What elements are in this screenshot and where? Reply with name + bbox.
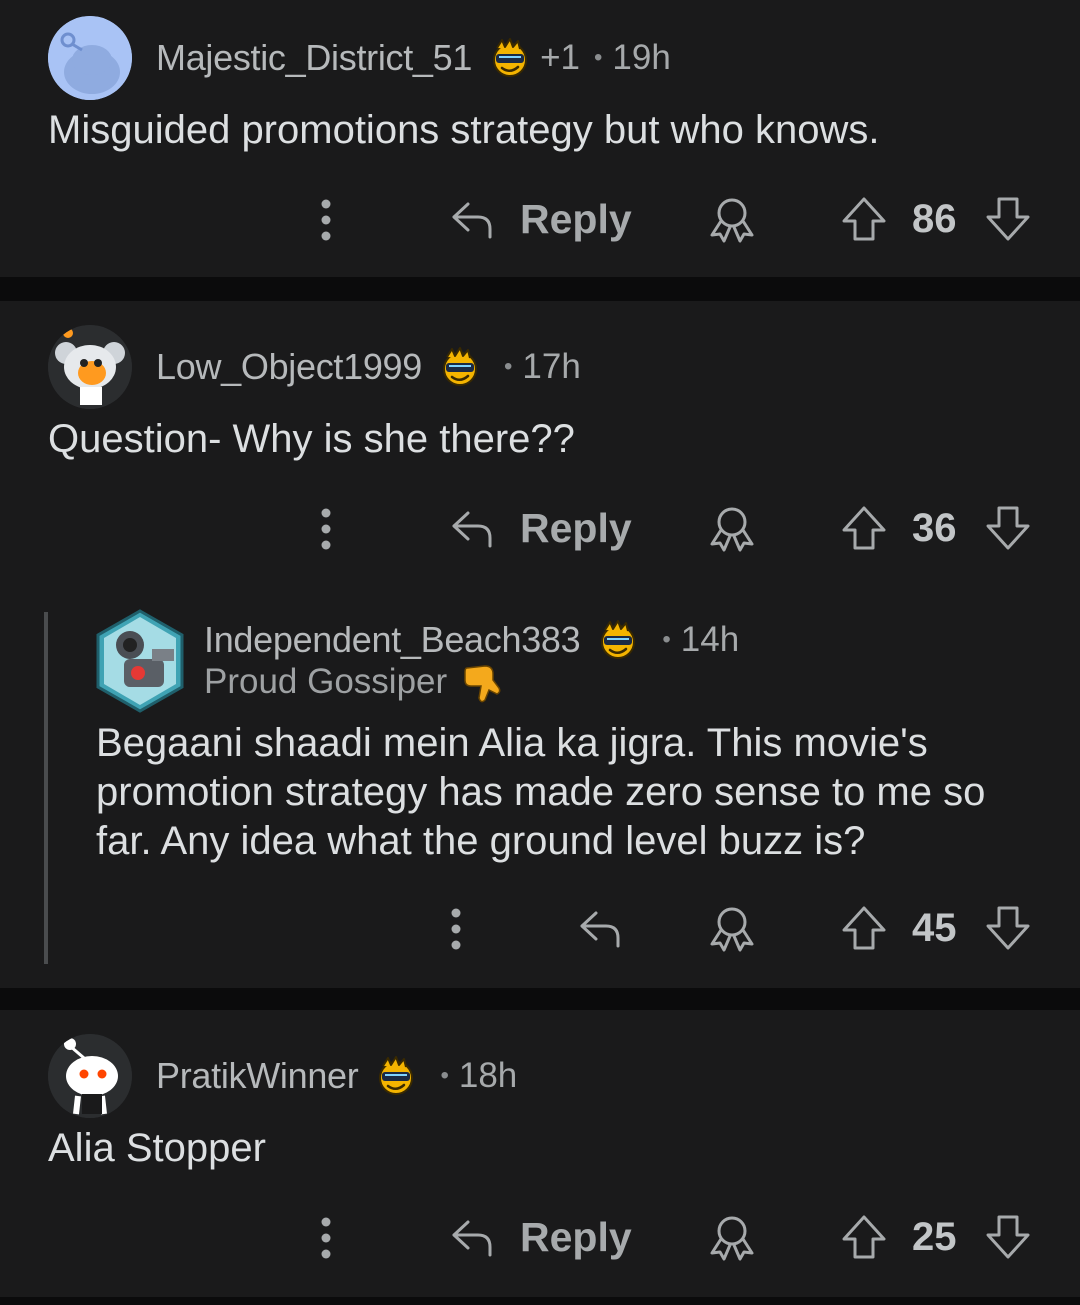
divider	[0, 277, 1080, 301]
score: 36	[912, 498, 957, 558]
score: 86	[912, 189, 957, 249]
timestamp: 14h	[680, 620, 740, 659]
reply-label: Reply	[520, 504, 632, 551]
score: 45	[912, 898, 957, 958]
avatar[interactable]	[48, 1034, 132, 1118]
upvote-button[interactable]	[840, 1207, 888, 1267]
thumbs-down-emoji-icon	[459, 660, 503, 704]
reply-button[interactable]: Reply	[448, 1207, 632, 1267]
downvote-icon	[984, 1213, 1032, 1261]
award-button[interactable]	[706, 498, 758, 558]
timestamp: 17h	[522, 347, 581, 386]
avatar[interactable]	[94, 609, 186, 713]
username[interactable]: Majestic_District_51	[156, 37, 472, 79]
comment-meta: PratikWinner • 18h	[156, 1054, 517, 1098]
more-icon	[316, 505, 336, 553]
reply-body-line: far. Any idea what the ground level buzz…	[96, 819, 866, 863]
upvote-button[interactable]	[840, 498, 888, 558]
divider	[0, 1297, 1080, 1305]
award-icon	[706, 193, 758, 245]
separator-dot: •	[504, 353, 513, 380]
award-icon	[706, 902, 758, 954]
sunglasses-emoji-icon	[438, 345, 482, 389]
user-flair: Proud Gossiper	[204, 660, 503, 704]
comment-card: Low_Object1999 • 17h Question- Why is sh…	[0, 301, 1080, 988]
comment-card: PratikWinner • 18h Alia Stopper Reply 25	[0, 1010, 1080, 1297]
more-icon	[316, 1214, 336, 1262]
downvote-button[interactable]	[984, 1207, 1032, 1267]
sunglasses-emoji-icon	[488, 36, 532, 80]
extra-badge: +1	[540, 38, 581, 77]
downvote-icon	[984, 504, 1032, 552]
downvote-button[interactable]	[984, 498, 1032, 558]
reply-body: Begaani shaadi mein Alia ka jigra. This …	[96, 719, 985, 866]
comment-body: Alia Stopper	[48, 1126, 266, 1170]
upvote-button[interactable]	[840, 898, 888, 958]
downvote-icon	[984, 195, 1032, 243]
comment-body: Misguided promotions strategy but who kn…	[48, 108, 880, 152]
user-flair-text: Proud Gossiper	[204, 662, 448, 701]
upvote-icon	[840, 1213, 888, 1261]
award-icon	[706, 502, 758, 554]
more-options-button[interactable]	[446, 899, 466, 959]
reply-body-line: Begaani shaadi mein Alia ka jigra. This …	[96, 721, 928, 765]
sunglasses-emoji-icon	[374, 1054, 418, 1098]
username[interactable]: Low_Object1999	[156, 346, 422, 388]
downvote-button[interactable]	[984, 189, 1032, 249]
more-options-button[interactable]	[316, 190, 336, 250]
timestamp: 18h	[458, 1056, 518, 1095]
avatar[interactable]	[48, 16, 132, 100]
score-value: 25	[912, 1214, 957, 1259]
score-value: 36	[912, 505, 957, 550]
timestamp: 19h	[612, 38, 671, 77]
reply-icon	[448, 1213, 496, 1261]
score-value: 45	[912, 905, 957, 950]
divider	[0, 988, 1080, 1010]
downvote-button[interactable]	[984, 898, 1032, 958]
thread-line[interactable]	[44, 612, 48, 964]
comment-meta: Majestic_District_51 +1 • 19h	[156, 36, 671, 80]
separator-dot: •	[662, 626, 671, 653]
award-button[interactable]	[706, 898, 758, 958]
reply-button[interactable]	[576, 898, 624, 958]
upvote-button[interactable]	[840, 189, 888, 249]
comments-page: Majestic_District_51 +1 • 19h Misguided …	[0, 0, 1080, 1305]
comment-card: Majestic_District_51 +1 • 19h Misguided …	[0, 0, 1080, 277]
more-icon	[316, 196, 336, 244]
upvote-icon	[840, 504, 888, 552]
reply-body-line: promotion strategy has made zero sense t…	[96, 770, 986, 814]
separator-dot: •	[440, 1062, 449, 1089]
username[interactable]: Independent_Beach383	[204, 619, 581, 661]
score: 25	[912, 1207, 957, 1267]
more-icon	[446, 905, 466, 953]
reply-label: Reply	[520, 195, 632, 242]
more-options-button[interactable]	[316, 1208, 336, 1268]
avatar[interactable]	[48, 325, 132, 409]
reply-icon	[448, 195, 496, 243]
reply-button[interactable]: Reply	[448, 189, 632, 249]
comment-meta: Low_Object1999 • 17h	[156, 345, 581, 389]
reply-icon	[448, 504, 496, 552]
award-button[interactable]	[706, 1207, 758, 1267]
username[interactable]: PratikWinner	[156, 1055, 359, 1097]
award-button[interactable]	[706, 189, 758, 249]
reply-label: Reply	[520, 1213, 632, 1260]
reply-meta: Independent_Beach383 • 14h	[204, 618, 739, 662]
separator-dot: •	[594, 44, 603, 71]
downvote-icon	[984, 904, 1032, 952]
comment-body: Question- Why is she there??	[48, 417, 575, 461]
score-value: 86	[912, 196, 957, 241]
upvote-icon	[840, 904, 888, 952]
reply-button[interactable]: Reply	[448, 498, 632, 558]
upvote-icon	[840, 195, 888, 243]
award-icon	[706, 1211, 758, 1263]
sunglasses-emoji-icon	[596, 618, 640, 662]
reply-icon	[576, 904, 624, 952]
more-options-button[interactable]	[316, 499, 336, 559]
